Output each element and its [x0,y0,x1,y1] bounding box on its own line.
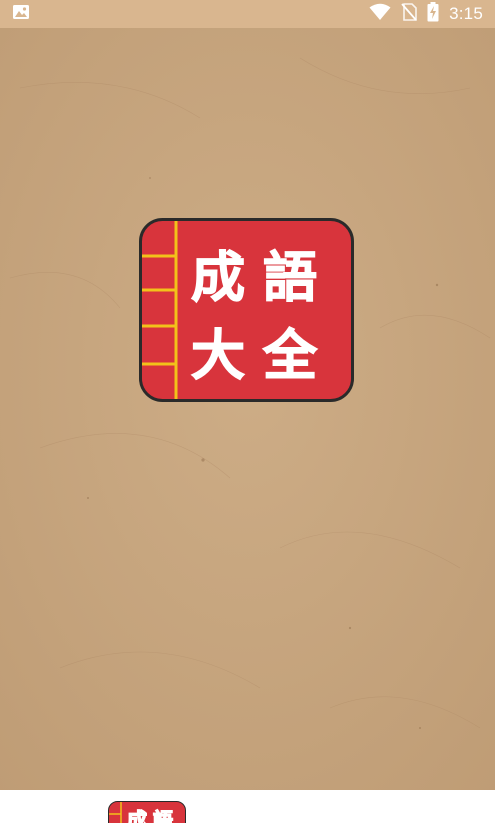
logo-char-2: 語 [263,245,317,309]
splash-screen: 3:15 成 語 大 全 成 語 [0,0,495,823]
wifi-icon [369,3,391,25]
status-right: 3:15 [369,2,483,26]
image-notification-icon [12,4,30,24]
app-logo: 成 語 大 全 [139,218,354,402]
status-bar: 3:15 [0,0,495,28]
status-left [12,4,30,24]
logo-char-3: 大 [191,323,245,387]
footer-logo-char-1: 成 [127,808,147,823]
logo-char-4: 全 [262,323,318,387]
battery-charging-icon [427,2,439,26]
footer-logo-char-2: 語 [153,808,173,823]
footer-app-logo: 成 語 [108,801,186,823]
book-cover [139,218,354,402]
paper-texture [0,28,495,790]
splash-background: 成 語 大 全 [0,28,495,790]
splash-footer: 成 語 [0,790,495,823]
no-sim-icon [401,3,417,25]
logo-char-1: 成 [191,245,245,309]
status-time: 3:15 [449,4,483,23]
